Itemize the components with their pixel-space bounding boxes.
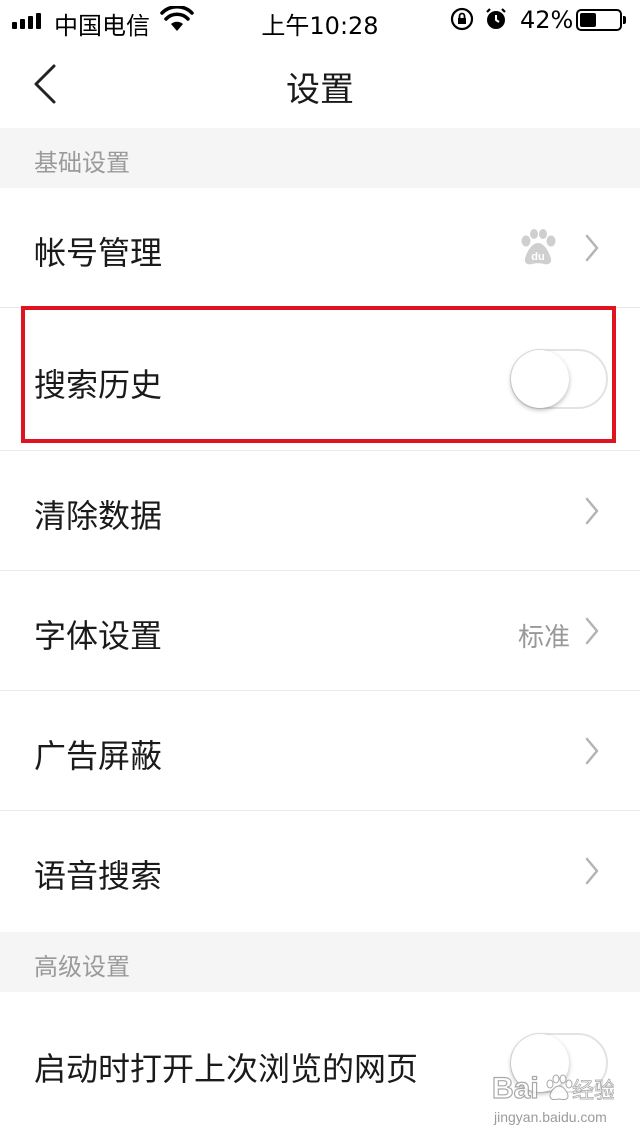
battery-level [580, 13, 596, 27]
section-header-advanced: 高级设置 [0, 932, 640, 992]
row-label: 帐号管理 [34, 234, 163, 272]
alarm-icon [486, 8, 506, 29]
row-label: 字体设置 [34, 617, 163, 655]
row-voice-search[interactable]: 语音搜索 [0, 811, 640, 932]
row-label: 广告屏蔽 [34, 737, 163, 775]
svg-text:du: du [531, 251, 544, 263]
section-title: 高级设置 [34, 953, 130, 981]
status-bar: 中国电信 上午10:28 42% [0, 0, 640, 40]
chevron-right-icon [585, 617, 599, 645]
rotation-lock-icon [450, 7, 474, 31]
watermark-url: jingyan.baidu.com [493, 1109, 607, 1125]
row-account-management[interactable]: 帐号管理 du [0, 188, 640, 308]
row-ad-block[interactable]: 广告屏蔽 [0, 691, 640, 811]
row-font-settings[interactable]: 字体设置 标准 [0, 571, 640, 691]
font-size-value: 标准 [517, 623, 570, 653]
section-title: 基础设置 [34, 149, 130, 177]
highlight-annotation-box [21, 306, 616, 443]
baidu-paw-logo-icon: du [521, 229, 556, 265]
row-clear-data[interactable]: 清除数据 [0, 451, 640, 571]
chevron-right-icon [585, 497, 599, 525]
chevron-right-icon [585, 234, 599, 262]
navigation-bar: 设置 [0, 40, 640, 128]
section-header-basic: 基础设置 [0, 128, 640, 188]
battery-icon [576, 9, 626, 31]
baidu-jingyan-watermark-logo: Bai 经验 jingyan.baidu.com [491, 1071, 614, 1125]
chevron-right-icon [585, 857, 599, 885]
row-label: 启动时打开上次浏览的网页 [34, 1050, 419, 1088]
row-label: 语音搜索 [34, 857, 163, 895]
watermark-suffix: 经验 [572, 1079, 614, 1104]
battery-percent: 42% [520, 6, 574, 34]
page-title: 设置 [286, 70, 354, 110]
watermark-brand: Bai [492, 1072, 539, 1105]
chevron-right-icon [585, 737, 599, 765]
row-label: 清除数据 [34, 497, 163, 535]
